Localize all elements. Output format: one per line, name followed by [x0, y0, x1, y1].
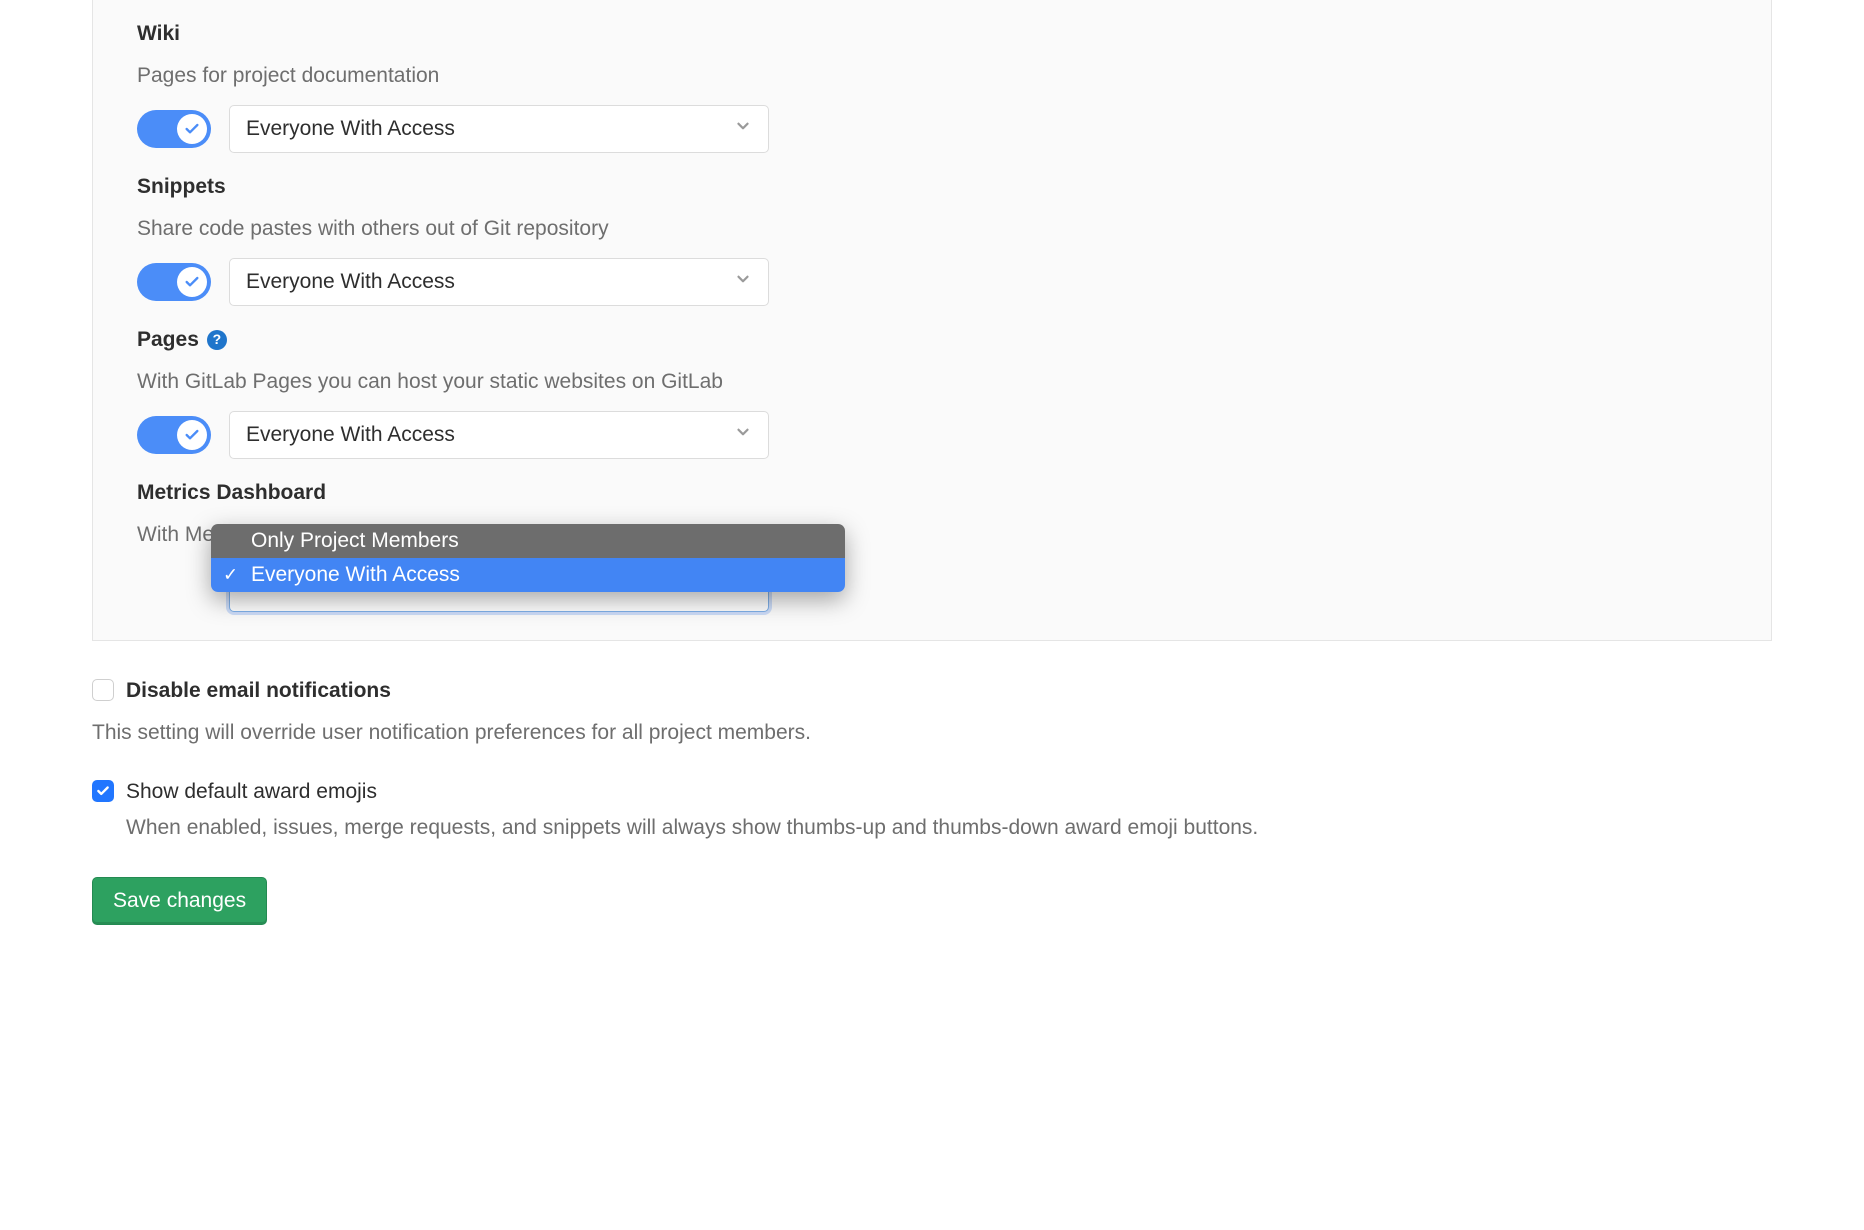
section-pages: Pages ? With GitLab Pages you can host y… [137, 306, 1727, 459]
check-icon [177, 267, 207, 297]
award-emojis-checkbox[interactable] [92, 780, 114, 802]
snippets-toggle[interactable] [137, 263, 211, 301]
pages-access-select[interactable]: Everyone With Access [229, 411, 769, 459]
chevron-down-icon [734, 113, 752, 145]
chevron-down-icon [734, 419, 752, 451]
check-icon: ✓ [223, 562, 238, 589]
disable-email-desc: This setting will override user notifica… [92, 717, 1772, 749]
settings-panel: Wiki Pages for project documentation Eve… [92, 0, 1772, 641]
wiki-title: Wiki [137, 18, 1727, 50]
disable-email-label: Disable email notifications [126, 675, 391, 707]
pages-title: Pages [137, 324, 199, 356]
dropdown-option-label: Only Project Members [251, 525, 459, 557]
dropdown-option-only-project-members[interactable]: Only Project Members [211, 524, 845, 558]
wiki-toggle[interactable] [137, 110, 211, 148]
wiki-access-value: Everyone With Access [246, 113, 455, 145]
snippets-desc: Share code pastes with others out of Git… [137, 213, 1727, 245]
pages-desc: With GitLab Pages you can host your stat… [137, 366, 1727, 398]
wiki-desc: Pages for project documentation [137, 60, 1727, 92]
metrics-access-dropdown: Only Project Members ✓ Everyone With Acc… [211, 524, 845, 592]
dropdown-option-label: Everyone With Access [251, 559, 460, 591]
disable-email-row: Disable email notifications [92, 675, 1772, 707]
dropdown-option-everyone-with-access[interactable]: ✓ Everyone With Access [211, 558, 845, 592]
snippets-access-select[interactable]: Everyone With Access [229, 258, 769, 306]
save-button-label: Save changes [113, 889, 246, 913]
chevron-down-icon [734, 266, 752, 298]
award-emojis-label: Show default award emojis [126, 776, 377, 808]
section-wiki: Wiki Pages for project documentation Eve… [137, 0, 1727, 153]
snippets-title: Snippets [137, 171, 1727, 203]
section-snippets: Snippets Share code pastes with others o… [137, 153, 1727, 306]
pages-access-value: Everyone With Access [246, 419, 455, 451]
check-icon [177, 114, 207, 144]
snippets-access-value: Everyone With Access [246, 266, 455, 298]
help-icon[interactable]: ? [207, 330, 227, 350]
award-emojis-desc: When enabled, issues, merge requests, an… [126, 812, 1772, 844]
disable-email-checkbox[interactable] [92, 679, 114, 701]
award-emojis-row: Show default award emojis [92, 776, 1772, 808]
wiki-access-select[interactable]: Everyone With Access [229, 105, 769, 153]
save-changes-button[interactable]: Save changes [92, 877, 267, 925]
pages-toggle[interactable] [137, 416, 211, 454]
metrics-title: Metrics Dashboard [137, 477, 1727, 509]
additional-settings: Disable email notifications This setting… [92, 675, 1772, 925]
check-icon [177, 420, 207, 450]
